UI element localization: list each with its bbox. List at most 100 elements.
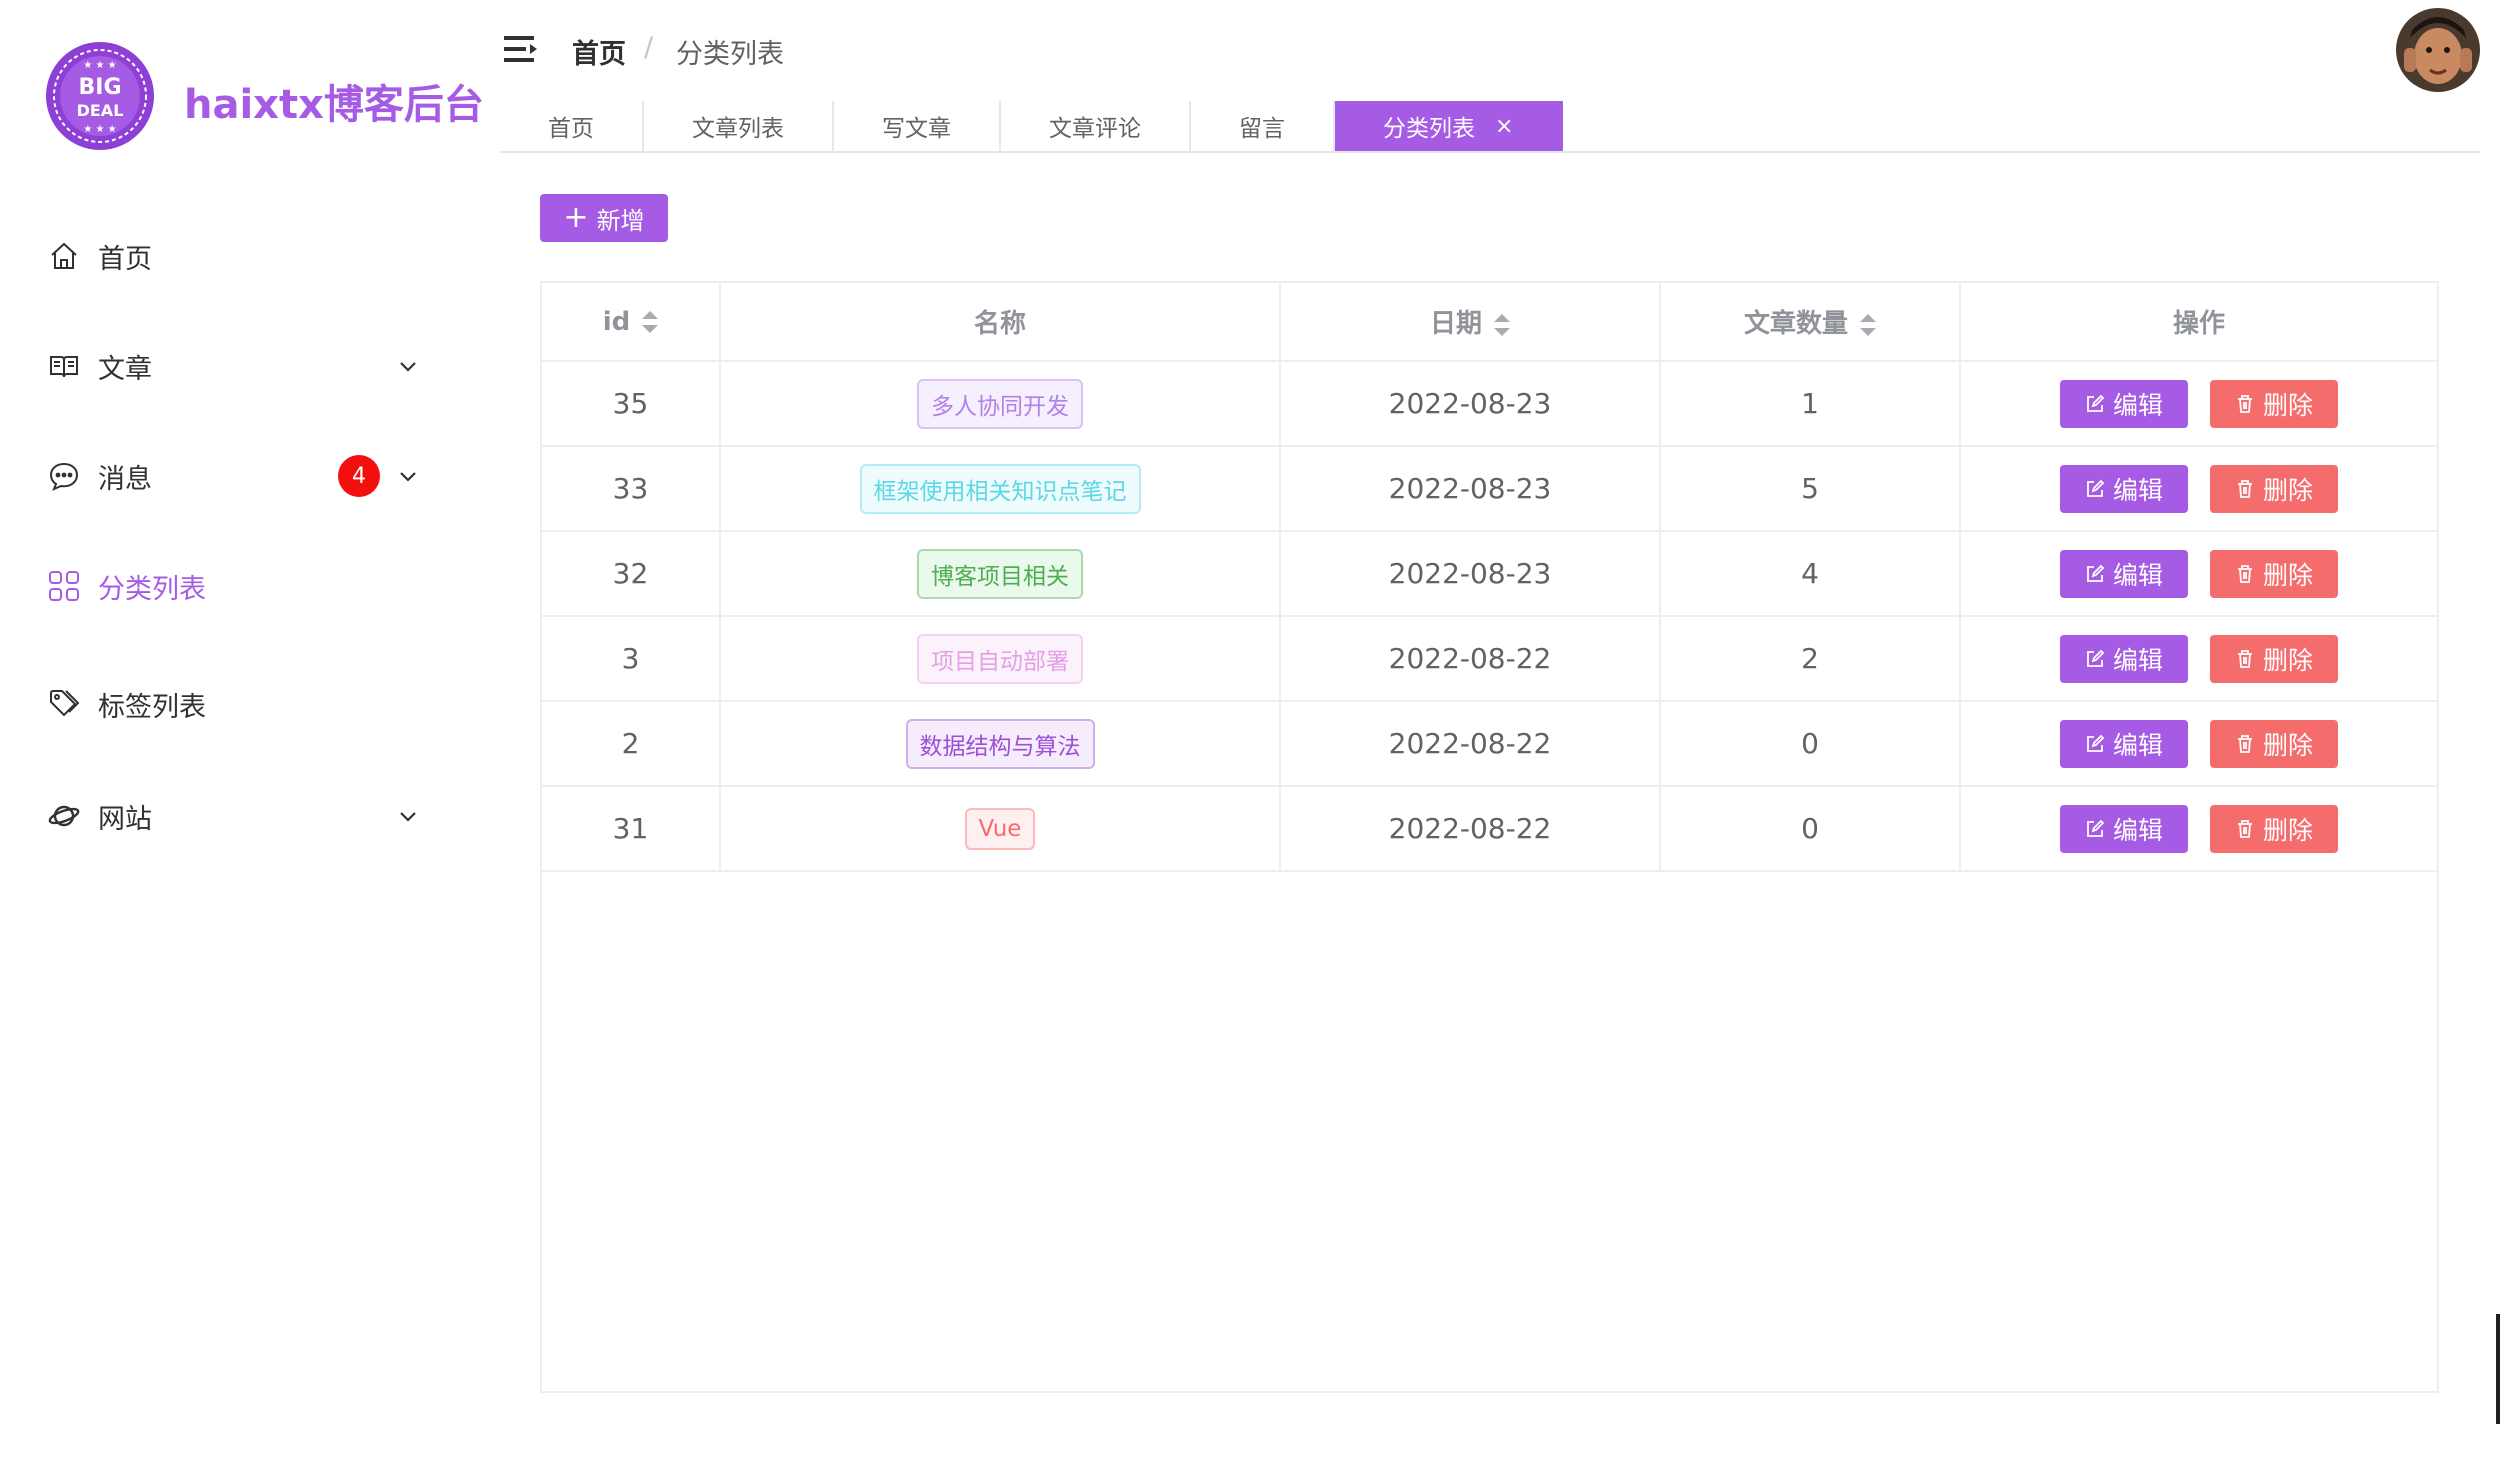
edit-label: 编辑: [2112, 815, 2163, 845]
cell-count: 4: [1660, 531, 1961, 617]
cell-date: 2022-08-23: [1280, 361, 1661, 447]
column-header-id[interactable]: id: [542, 283, 721, 362]
scrollbar[interactable]: [2496, 1314, 2500, 1424]
delete-label: 删除: [2262, 475, 2313, 505]
tab-article-list[interactable]: 文章列表: [644, 101, 834, 151]
table-row: 32 博客项目相关 2022-08-23 4 编辑 删除: [542, 531, 2437, 617]
edit-button[interactable]: 编辑: [2060, 379, 2188, 428]
edit-button[interactable]: 编辑: [2060, 719, 2188, 768]
cell-actions: 编辑 删除: [1960, 701, 2437, 787]
delete-button[interactable]: 删除: [2210, 634, 2338, 683]
table-body: 35 多人协同开发 2022-08-23 1 编辑 删除 33 框架使用相关知识点笔记 2022…: [542, 361, 2437, 872]
cell-actions: 编辑 删除: [1960, 361, 2437, 447]
menu-toggle-icon[interactable]: [504, 34, 538, 64]
add-category-button[interactable]: + 新增: [540, 194, 668, 242]
tab-label: 首页: [548, 116, 594, 142]
edit-button[interactable]: 编辑: [2060, 464, 2188, 513]
tab-messages[interactable]: 留言: [1191, 101, 1335, 151]
edit-button[interactable]: 编辑: [2060, 634, 2188, 683]
cell-count: 2: [1660, 616, 1961, 702]
sidebar-item-home[interactable]: 首页: [0, 216, 490, 296]
category-tag: 多人协同开发: [917, 378, 1083, 429]
cell-id: 31: [542, 786, 721, 872]
edit-button[interactable]: 编辑: [2060, 549, 2188, 598]
tag-icon: [46, 686, 82, 722]
sidebar-item-articles[interactable]: 文章: [0, 326, 490, 406]
tab-bar: 首页 文章列表 写文章 文章评论 留言 分类列表 ×: [500, 101, 2480, 153]
sidebar-item-tags[interactable]: 标签列表: [0, 664, 490, 744]
planet-icon: [46, 798, 82, 834]
edit-icon: [2087, 479, 2105, 497]
cell-name: 项目自动部署: [720, 616, 1281, 702]
delete-button[interactable]: 删除: [2210, 464, 2338, 513]
delete-button[interactable]: 删除: [2210, 719, 2338, 768]
chevron-down-icon: [400, 472, 416, 482]
tab-label: 分类列表: [1383, 116, 1475, 142]
tab-home[interactable]: 首页: [500, 101, 644, 151]
delete-button[interactable]: 删除: [2210, 379, 2338, 428]
tab-label: 留言: [1239, 116, 1285, 142]
cell-id: 3: [542, 616, 721, 702]
cell-name: Vue: [720, 786, 1281, 872]
sidebar-item-categories[interactable]: 分类列表: [0, 546, 490, 626]
category-tag: 框架使用相关知识点笔记: [859, 463, 1141, 514]
cell-actions: 编辑 删除: [1960, 531, 2437, 617]
delete-button[interactable]: 删除: [2210, 549, 2338, 598]
breadcrumb-home[interactable]: 首页: [572, 32, 626, 71]
delete-button[interactable]: 删除: [2210, 804, 2338, 853]
edit-label: 编辑: [2112, 390, 2163, 420]
breadcrumb-separator: /: [644, 32, 654, 63]
delete-label: 删除: [2262, 815, 2313, 845]
table-row: 2 数据结构与算法 2022-08-22 0 编辑 删除: [542, 701, 2437, 787]
sort-icon[interactable]: [642, 311, 659, 333]
tab-article-comments[interactable]: 文章评论: [1001, 101, 1191, 151]
edit-icon: [2087, 564, 2105, 582]
book-icon: [46, 348, 82, 384]
table-row: 33 框架使用相关知识点笔记 2022-08-23 5 编辑 删除: [542, 446, 2437, 532]
sidebar-item-label: 文章: [98, 353, 152, 385]
brand-logo[interactable]: BIG DEAL ★ ★ ★ ★ ★ ★: [44, 40, 156, 152]
sidebar: BIG DEAL ★ ★ ★ ★ ★ ★ haixtx博客后台 首页 文章 消息…: [0, 0, 490, 1469]
sort-icon[interactable]: [1494, 313, 1510, 336]
tab-write-article[interactable]: 写文章: [834, 101, 1001, 151]
edit-label: 编辑: [2112, 475, 2163, 505]
add-button-label: 新增: [596, 206, 645, 235]
cell-name: 博客项目相关: [720, 531, 1281, 617]
plus-icon: +: [563, 200, 589, 235]
table-row: 3 项目自动部署 2022-08-22 2 编辑 删除: [542, 616, 2437, 702]
edit-button[interactable]: 编辑: [2060, 804, 2188, 853]
sidebar-item-label: 标签列表: [98, 691, 206, 723]
table-row: 31 Vue 2022-08-22 0 编辑 删除: [542, 786, 2437, 872]
sidebar-item-website[interactable]: 网站: [0, 776, 490, 856]
tab-label: 写文章: [882, 116, 951, 142]
cell-name: 数据结构与算法: [720, 701, 1281, 787]
column-header-count[interactable]: 文章数量: [1660, 283, 1961, 362]
close-icon[interactable]: ×: [1495, 114, 1513, 139]
edit-label: 编辑: [2112, 730, 2163, 760]
cell-date: 2022-08-22: [1280, 616, 1661, 702]
edit-icon: [2087, 819, 2105, 837]
svg-text:★ ★ ★: ★ ★ ★: [83, 60, 116, 71]
sort-icon[interactable]: [1860, 313, 1876, 336]
delete-label: 删除: [2262, 730, 2313, 760]
chevron-down-icon: [400, 362, 416, 372]
cell-date: 2022-08-23: [1280, 446, 1661, 532]
tab-categories[interactable]: 分类列表 ×: [1335, 101, 1564, 151]
cell-date: 2022-08-22: [1280, 701, 1661, 787]
column-header-date[interactable]: 日期: [1280, 283, 1661, 362]
tab-label: 文章列表: [692, 116, 784, 142]
cell-actions: 编辑 删除: [1960, 446, 2437, 532]
brand-name: haixtx博客后台: [184, 82, 484, 128]
cell-id: 2: [542, 701, 721, 787]
cell-date: 2022-08-22: [1280, 786, 1661, 872]
cell-id: 35: [542, 361, 721, 447]
category-tag: 项目自动部署: [917, 633, 1083, 684]
grid-icon: [46, 568, 82, 604]
cell-date: 2022-08-23: [1280, 531, 1661, 617]
logo-text-bottom: DEAL: [77, 101, 124, 120]
user-avatar[interactable]: [2396, 8, 2480, 92]
sidebar-item-label: 消息: [98, 463, 152, 495]
sidebar-item-messages[interactable]: 消息 4: [0, 436, 490, 516]
delete-label: 删除: [2262, 390, 2313, 420]
edit-icon: [2087, 394, 2105, 412]
